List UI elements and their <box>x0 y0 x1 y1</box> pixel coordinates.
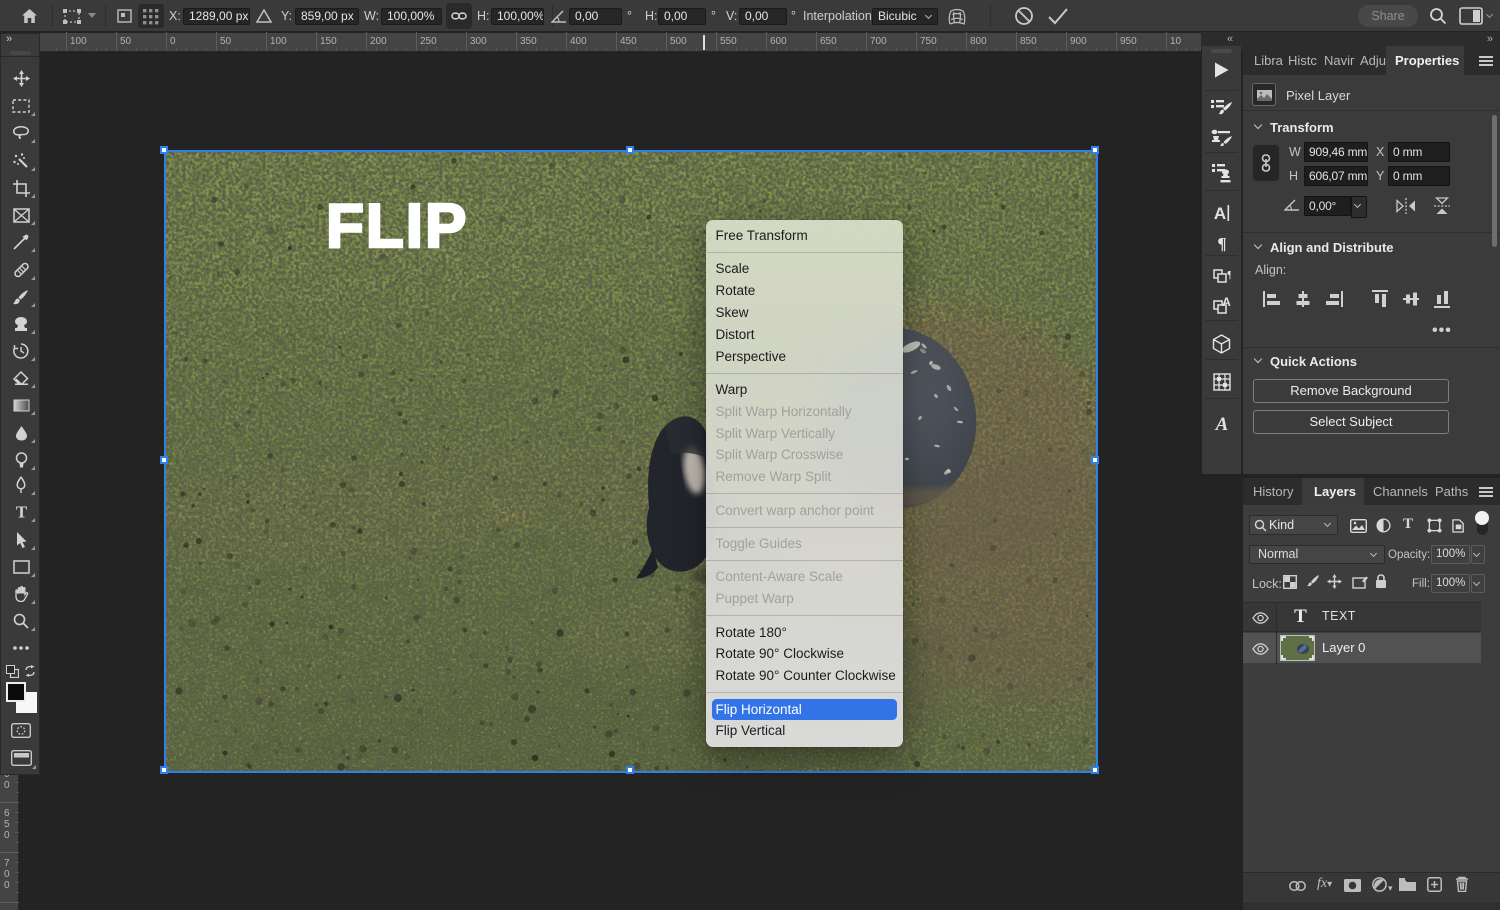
svg-text:T: T <box>15 504 27 520</box>
svg-text:A: A <box>1222 297 1231 309</box>
svg-text:A: A <box>1214 414 1228 434</box>
svg-text:¶: ¶ <box>1227 270 1231 281</box>
svg-text:¶: ¶ <box>1217 234 1226 252</box>
svg-text:A: A <box>1213 204 1225 222</box>
